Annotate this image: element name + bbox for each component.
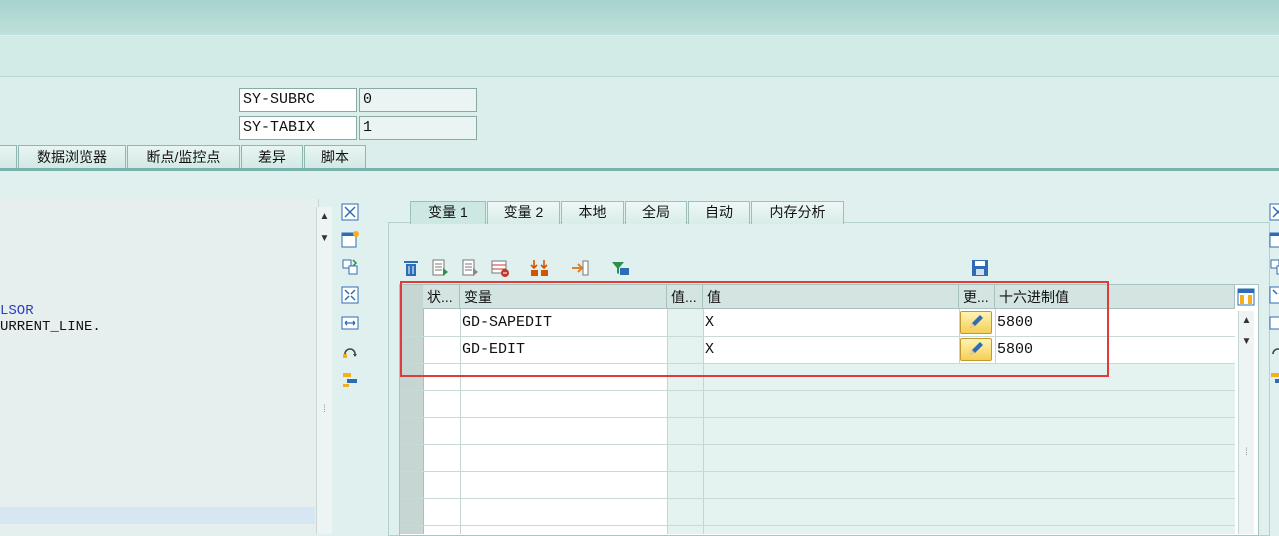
sy-subrc-value: 0 — [359, 88, 477, 112]
scroll-down-icon[interactable]: ▼ — [1239, 335, 1254, 349]
save-icon[interactable] — [970, 258, 990, 278]
scroll-down-icon[interactable]: ▼ — [317, 232, 332, 246]
insert-row-icon[interactable] — [490, 258, 510, 278]
source-code: LSOR URRENT_LINE. — [0, 303, 101, 335]
export-icon[interactable] — [570, 258, 590, 278]
tab-script[interactable]: 脚本 — [304, 145, 366, 169]
tab-breakpoints[interactable]: 断点/监控点 — [127, 145, 240, 169]
new-window-icon[interactable] — [340, 229, 360, 249]
expand-icon[interactable] — [340, 285, 360, 305]
swap-icon[interactable] — [340, 257, 360, 277]
tab-auto[interactable]: 自动 — [688, 201, 750, 224]
filter-icon[interactable] — [610, 258, 630, 278]
application-toolbar — [0, 36, 1279, 77]
highlight-box — [400, 281, 1109, 377]
sy-tabix-label: SY-TABIX — [239, 116, 357, 140]
fullscreen-icon[interactable] — [1268, 202, 1279, 222]
code-line: LSOR — [0, 303, 34, 319]
table-row[interactable] — [400, 418, 1235, 445]
tab-local[interactable]: 本地 — [561, 201, 624, 224]
current-line-highlight — [0, 507, 315, 524]
tab-variables-2[interactable]: 变量 2 — [487, 201, 560, 224]
tools-icon[interactable] — [1268, 369, 1279, 389]
tab-memory-analysis[interactable]: 内存分析 — [751, 201, 844, 224]
source-code-pane[interactable] — [0, 199, 319, 534]
refresh-icon[interactable] — [1268, 341, 1279, 361]
title-bar — [0, 0, 1279, 35]
fullscreen-icon[interactable] — [340, 202, 360, 222]
sy-subrc-label: SY-SUBRC — [239, 88, 357, 112]
scroll-grip-icon[interactable]: ⁞ — [317, 403, 332, 417]
left-scrollbar[interactable]: ▲ ▼ ⁞ — [316, 207, 332, 534]
add-icon[interactable] — [430, 258, 450, 278]
tools-icon[interactable] — [340, 369, 360, 389]
table-row[interactable] — [400, 499, 1235, 526]
refresh-icon[interactable] — [340, 341, 360, 361]
doc-icon[interactable] — [460, 258, 480, 278]
tab-variables-1[interactable]: 变量 1 — [410, 201, 486, 224]
tab-divider — [0, 168, 1279, 171]
table-row[interactable] — [400, 472, 1235, 499]
resize-icon[interactable] — [1268, 313, 1279, 333]
new-window-icon[interactable] — [1268, 229, 1279, 249]
delete-icon[interactable] — [401, 258, 421, 278]
sy-tabix-value: 1 — [359, 116, 477, 140]
resize-icon[interactable] — [340, 313, 360, 333]
table-row[interactable] — [400, 391, 1235, 418]
expand-icon[interactable] — [1268, 285, 1279, 305]
sort-icon[interactable] — [530, 258, 550, 278]
scroll-up-icon[interactable]: ▲ — [317, 210, 332, 224]
grid-scrollbar[interactable]: ▲ ▼ ⁞ — [1238, 311, 1254, 534]
tab-diff[interactable]: 差异 — [241, 145, 303, 169]
code-line: URRENT_LINE. — [0, 319, 101, 335]
table-row[interactable] — [400, 445, 1235, 472]
layout-icon[interactable] — [1236, 287, 1256, 307]
tab-global[interactable]: 全局 — [625, 201, 687, 224]
swap-icon[interactable] — [1268, 257, 1279, 277]
tab-partial[interactable] — [0, 145, 17, 169]
scroll-grip-icon[interactable]: ⁞ — [1239, 446, 1254, 460]
tab-data-browser[interactable]: 数据浏览器 — [18, 145, 126, 169]
scroll-up-icon[interactable]: ▲ — [1239, 314, 1254, 328]
